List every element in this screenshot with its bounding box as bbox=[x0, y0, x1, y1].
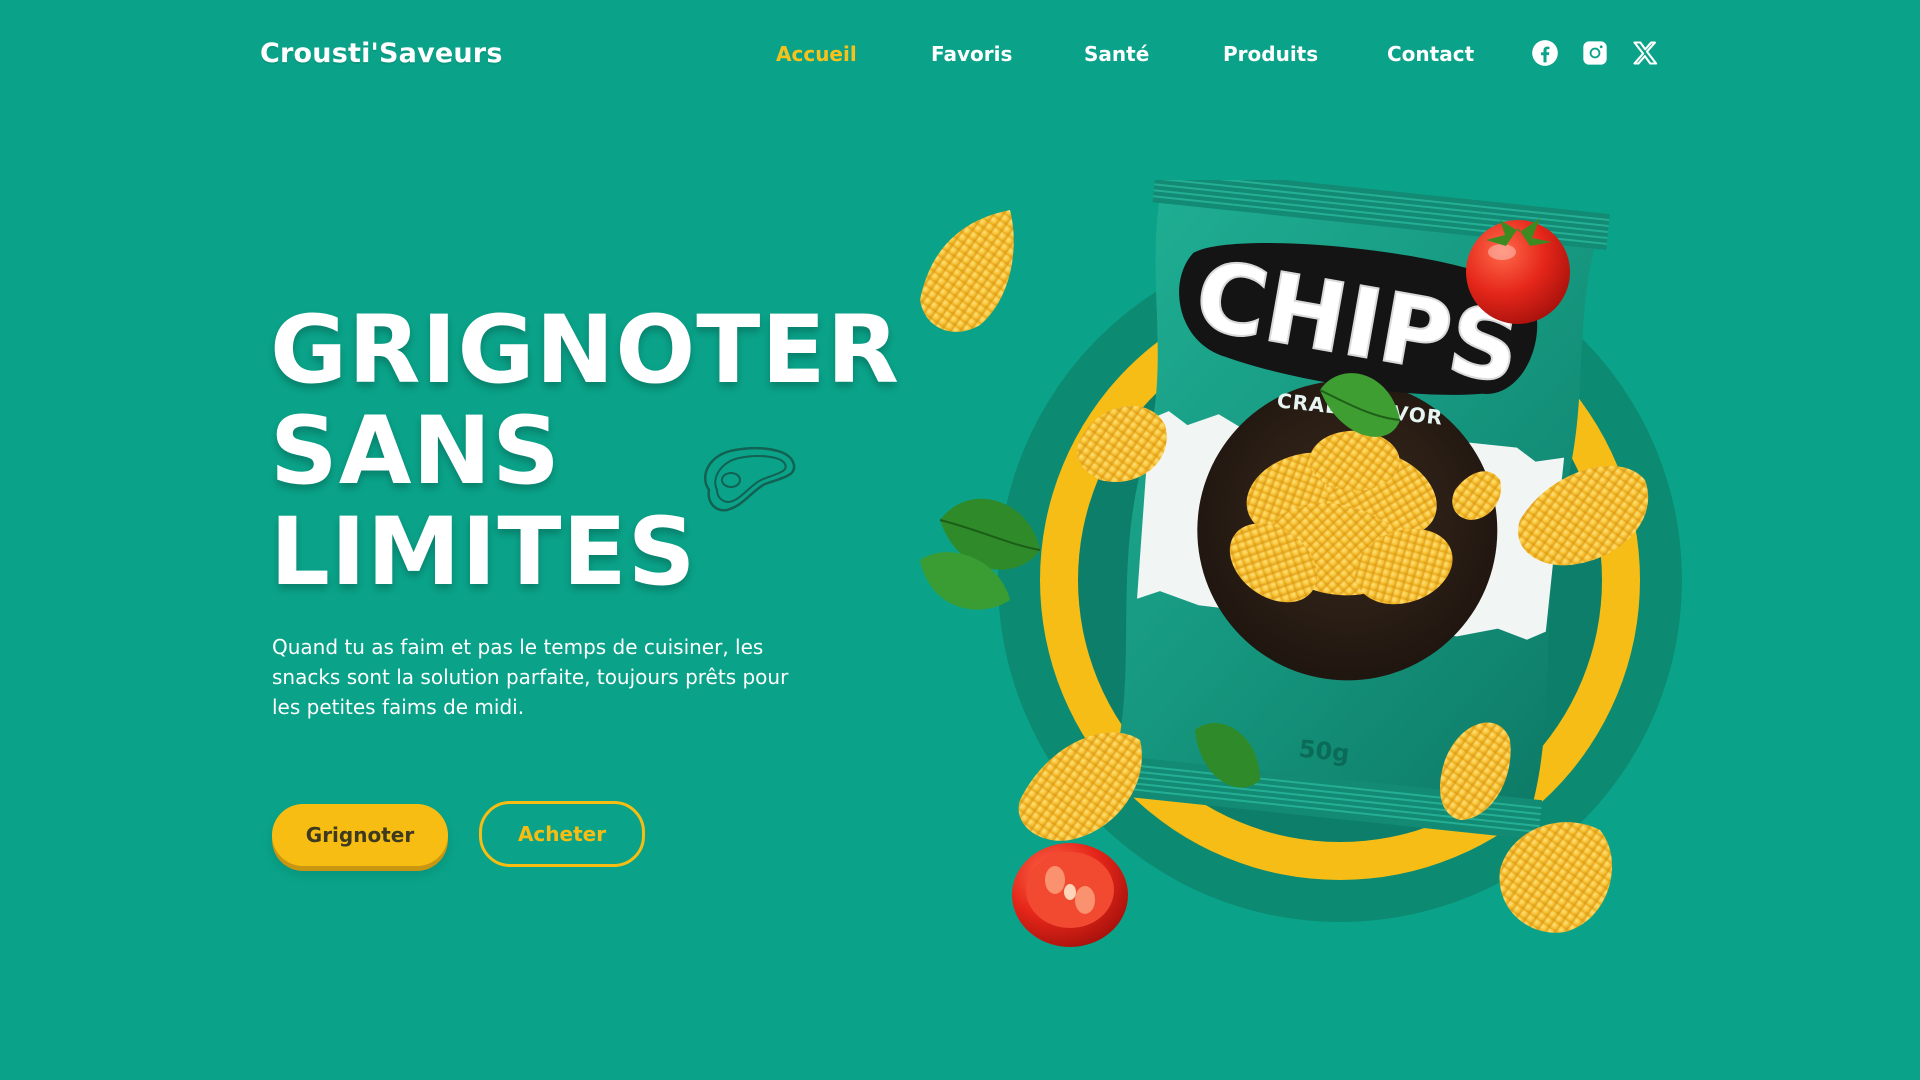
hero-headline: GRIGNOTER SANS LIMITES bbox=[270, 300, 910, 603]
headline-line-2: SANS bbox=[270, 397, 561, 506]
floating-chip-top-left bbox=[920, 210, 1014, 332]
hero-subtitle: Quand tu as faim et pas le temps de cuis… bbox=[272, 635, 789, 719]
brand-logo[interactable]: Crousti'Saveurs bbox=[260, 38, 503, 69]
nav-item-accueil[interactable]: Accueil bbox=[776, 42, 857, 66]
bag-weight-text: 50g bbox=[1297, 735, 1350, 768]
facebook-icon[interactable] bbox=[1530, 38, 1560, 68]
nav-item-favoris[interactable]: Favoris bbox=[931, 42, 1012, 66]
grignoter-button[interactable]: Grignoter bbox=[272, 804, 448, 866]
site-header: Crousti'Saveurs Accueil Favoris Santé Pr… bbox=[0, 0, 1920, 110]
headline-line-1: GRIGNOTER bbox=[270, 296, 900, 405]
acheter-button[interactable]: Acheter bbox=[479, 801, 645, 867]
nav-item-contact[interactable]: Contact bbox=[1387, 42, 1474, 66]
social-links bbox=[1530, 38, 1660, 68]
chips-bag-illustration: CHIPS CRAB FLAVOR 50g bbox=[920, 180, 1682, 947]
nav-item-produits[interactable]: Produits bbox=[1223, 42, 1318, 66]
tomato-half-bottom bbox=[1012, 843, 1128, 947]
steak-doodle-icon bbox=[704, 446, 796, 512]
headline-line-3: LIMITES bbox=[270, 498, 697, 607]
nav-item-sante[interactable]: Santé bbox=[1084, 42, 1149, 66]
instagram-icon[interactable] bbox=[1580, 38, 1610, 68]
x-twitter-icon[interactable] bbox=[1630, 38, 1660, 68]
